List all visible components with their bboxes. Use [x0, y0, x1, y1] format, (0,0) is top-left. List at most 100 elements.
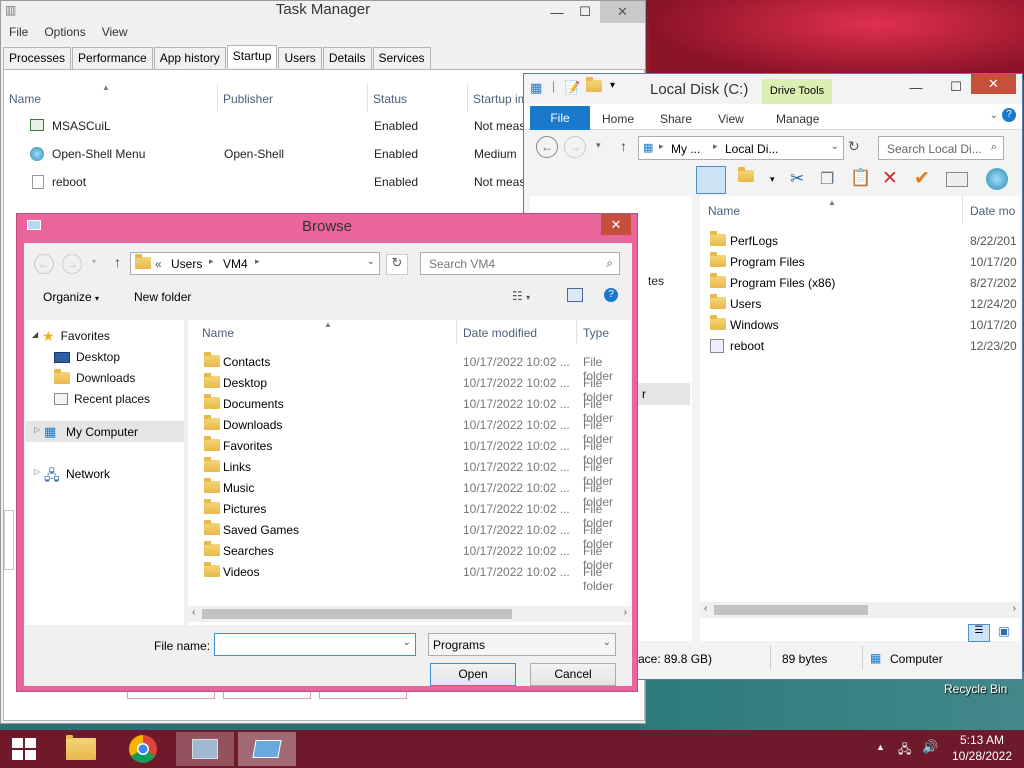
recent-locations-icon[interactable]: ▾ — [92, 257, 96, 266]
list-item[interactable]: Pictures 10/17/2022 10:02 ... File folder — [188, 498, 613, 530]
delete-icon[interactable]: ✕ — [882, 167, 898, 190]
large-icons-view-icon[interactable]: ▣ — [994, 624, 1014, 642]
nav-recent-places[interactable]: Recent places — [54, 389, 150, 409]
address-bar[interactable]: ▦ ▸ My ... ▸ Local Di... ⌄ — [638, 136, 844, 160]
chevron-down-icon[interactable]: ▾ — [610, 80, 615, 91]
open-button[interactable]: Open — [430, 663, 516, 686]
organize-button[interactable]: Organize ▾ — [43, 290, 99, 304]
help-icon[interactable]: ? — [604, 288, 618, 302]
column-header-date[interactable]: Date mo — [970, 204, 1015, 218]
folder-icon[interactable] — [586, 77, 602, 95]
preview-pane-icon[interactable] — [567, 288, 583, 302]
column-header-name[interactable]: Name — [708, 204, 740, 218]
scroll-left-icon[interactable]: ‹ — [704, 603, 707, 614]
search-input[interactable]: Search VM4 ⌕ — [420, 252, 620, 275]
list-item[interactable]: Contacts 10/17/2022 10:02 ... File folder — [188, 351, 613, 383]
forward-button[interactable]: → — [62, 254, 82, 274]
list-item[interactable]: reboot 12/23/20 — [700, 335, 1020, 356]
address-bar[interactable]: « Users ▸ VM4 ▸ ⌄ — [130, 252, 380, 275]
back-button[interactable]: ← — [536, 136, 558, 158]
recent-locations-icon[interactable]: ▾ — [596, 140, 601, 151]
checkmark-icon[interactable]: ✔ — [914, 167, 930, 190]
minimize-button[interactable]: — — [902, 76, 930, 98]
paste-icon[interactable]: 📋 — [850, 168, 871, 188]
tab-performance[interactable]: Performance — [72, 47, 153, 70]
expand-arrow-icon[interactable]: ▷ — [34, 425, 40, 434]
breadcrumb-item[interactable]: Local Di... — [725, 142, 778, 156]
close-button[interactable]: ✕ — [600, 1, 645, 23]
scroll-left-icon[interactable]: ‹ — [192, 607, 195, 618]
expand-arrow-icon[interactable]: ▷ — [34, 467, 40, 476]
list-item[interactable]: Downloads 10/17/2022 10:02 ... File folder — [188, 414, 613, 446]
list-item[interactable]: Documents 10/17/2022 10:02 ... File folder — [188, 393, 613, 425]
nav-desktop[interactable]: Desktop — [54, 347, 120, 367]
refresh-icon[interactable]: ↻ — [848, 138, 860, 155]
chrome-icon[interactable] — [114, 732, 172, 766]
help-icon[interactable]: ? — [1002, 108, 1016, 122]
navigation-pane-icon[interactable] — [696, 166, 726, 194]
tab-app-history[interactable]: App history — [153, 47, 226, 70]
volume-icon[interactable]: 🔊 — [922, 739, 938, 755]
breadcrumb-item[interactable]: Users — [171, 257, 202, 271]
scroll-right-icon[interactable]: › — [624, 607, 627, 618]
list-item[interactable]: Program Files 10/17/20 — [700, 251, 1020, 272]
start-button[interactable] — [0, 732, 48, 766]
tab-details[interactable]: Details — [322, 47, 372, 70]
column-header-name[interactable]: Name — [202, 326, 234, 340]
list-item[interactable]: PerfLogs 8/22/201 — [700, 230, 1020, 251]
menu-file[interactable]: File — [9, 25, 28, 43]
cut-icon[interactable]: ✂ — [790, 169, 804, 189]
list-item[interactable]: Links 10/17/2022 10:02 ... File folder — [188, 456, 613, 488]
close-button[interactable]: ✕ — [601, 214, 631, 235]
file-explorer-taskbar-icon[interactable] — [52, 732, 110, 766]
ribbon-tab-view[interactable]: View — [718, 112, 744, 126]
nav-my-computer[interactable]: ▷ ▦ My Computer — [26, 421, 184, 442]
list-item[interactable]: Searches 10/17/2022 10:02 ... File folder — [188, 540, 613, 572]
close-button[interactable]: ✕ — [971, 74, 1016, 94]
ribbon-tab-manage[interactable]: Manage — [776, 112, 819, 126]
view-options-icon[interactable]: ☷ ▾ — [512, 289, 530, 303]
menu-options[interactable]: Options — [44, 25, 85, 43]
copy-icon[interactable]: ❐ — [820, 169, 834, 189]
column-header-publisher[interactable]: Publisher — [218, 84, 368, 112]
list-item[interactable]: Program Files (x86) 8/27/202 — [700, 272, 1020, 293]
menu-view[interactable]: View — [102, 25, 128, 43]
tab-users[interactable]: Users — [278, 47, 322, 70]
clock[interactable]: 5:13 AM 10/28/2022 — [944, 733, 1020, 763]
list-item[interactable]: Music 10/17/2022 10:02 ... File folder — [188, 477, 613, 509]
breadcrumb-item[interactable]: VM4 — [223, 257, 248, 271]
rename-icon[interactable] — [946, 172, 968, 187]
horizontal-scrollbar[interactable]: ‹ › — [700, 602, 1020, 618]
column-header-type[interactable]: Type — [583, 326, 609, 340]
column-header-date[interactable]: Date modified — [463, 326, 537, 340]
list-item[interactable]: Videos 10/17/2022 10:02 ... File folder — [188, 561, 613, 593]
tab-processes[interactable]: Processes — [3, 47, 72, 70]
chevron-down-icon[interactable]: ▾ — [770, 174, 775, 185]
refresh-icon[interactable]: ↻ — [386, 254, 408, 275]
ribbon-tab-file[interactable]: File — [530, 106, 590, 130]
scrollbar-thumb[interactable] — [202, 609, 512, 619]
shell-icon[interactable] — [986, 168, 1008, 190]
show-hidden-icons-icon[interactable]: ▲ — [876, 742, 885, 752]
list-item[interactable]: Desktop 10/17/2022 10:02 ... File folder — [188, 372, 613, 404]
chevron-down-icon[interactable]: ⌄ — [831, 141, 839, 152]
search-input[interactable]: Search Local Di... ⌕ — [878, 136, 1004, 160]
network-icon[interactable]: 🖧 — [898, 740, 911, 761]
file-type-select[interactable]: Programs ⌄ — [428, 633, 616, 656]
nav-favorites[interactable]: ★ Favorites — [42, 326, 110, 346]
up-button[interactable]: ↑ — [620, 138, 627, 154]
move-to-icon[interactable] — [738, 167, 754, 185]
expand-ribbon-icon[interactable]: ⌄ — [990, 110, 998, 121]
browse-dialog-taskbar-icon[interactable] — [238, 732, 296, 766]
file-name-input[interactable]: ⌄ — [214, 633, 416, 656]
forward-button[interactable]: → — [564, 136, 586, 158]
chevron-down-icon[interactable]: ⌄ — [403, 637, 411, 648]
task-manager-taskbar-icon[interactable] — [176, 732, 234, 766]
chevron-down-icon[interactable]: ⌄ — [603, 637, 611, 648]
properties-icon[interactable]: 📝 — [564, 80, 580, 96]
scrollbar-thumb[interactable] — [714, 605, 868, 615]
column-header-name[interactable]: Name — [4, 84, 218, 112]
ribbon-tab-share[interactable]: Share — [660, 112, 692, 126]
maximize-button[interactable]: ☐ — [942, 76, 970, 98]
up-button[interactable]: ↑ — [114, 254, 121, 270]
